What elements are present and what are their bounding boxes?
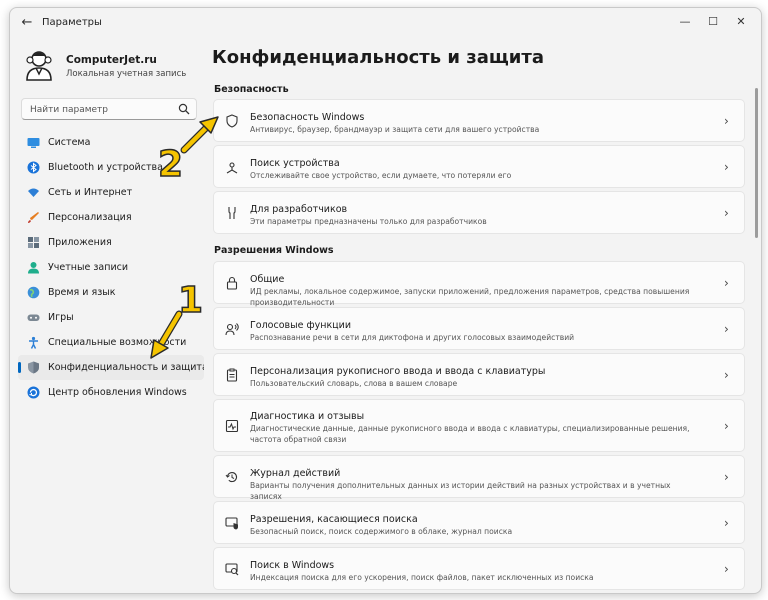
update-icon bbox=[27, 386, 40, 399]
section-header-security: Безопасность bbox=[214, 84, 289, 95]
sidebar-item-label: Система bbox=[48, 137, 91, 148]
wifi-icon bbox=[28, 188, 39, 197]
card-description: Отслеживайте свое устройство, если думае… bbox=[250, 171, 512, 180]
card-searching-windows[interactable]: Поиск в Windows Индексация поиска для ег… bbox=[213, 547, 745, 590]
card-general[interactable]: Общие ИД рекламы, локальное содержимое, … bbox=[213, 261, 745, 307]
card-for-developers[interactable]: Для разработчиков Эти параметры предназн… bbox=[213, 191, 745, 234]
brush-icon bbox=[28, 212, 39, 223]
card-title: Разрешения, касающиеся поиска bbox=[250, 514, 418, 525]
developer-tools-icon bbox=[228, 206, 236, 219]
window-title: Параметры bbox=[42, 17, 102, 28]
card-description: Безопасный поиск, поиск содержимого в об… bbox=[250, 527, 513, 536]
sidebar-item-label: Время и язык bbox=[48, 287, 116, 298]
avatar bbox=[26, 51, 52, 81]
lock-icon bbox=[226, 276, 238, 290]
clipboard-icon bbox=[226, 368, 238, 382]
accounts-icon bbox=[28, 262, 39, 274]
profile-name: ComputerJet.ru bbox=[66, 54, 157, 66]
card-speech[interactable]: Голосовые функции Распознавание речи в с… bbox=[213, 307, 745, 350]
sidebar-item-label: Учетные записи bbox=[48, 262, 129, 273]
speech-icon bbox=[225, 322, 239, 335]
sidebar-item-label: Сеть и Интернет bbox=[48, 187, 133, 198]
maximize-icon[interactable]: ☐ bbox=[699, 11, 727, 33]
apps-icon bbox=[28, 237, 39, 248]
sidebar-item-label: Персонализация bbox=[48, 212, 132, 223]
annotation-arrow-2 bbox=[180, 116, 219, 154]
search-windows-icon bbox=[225, 562, 239, 575]
sidebar-item-label: Конфиденциальность и защита bbox=[48, 362, 204, 373]
sidebar-item-windows-update[interactable]: Центр обновления Windows bbox=[18, 380, 204, 405]
card-description: Эти параметры предназначены только для р… bbox=[250, 217, 487, 226]
shield-icon bbox=[28, 361, 39, 374]
sidebar-item-personalization[interactable]: Персонализация bbox=[18, 205, 204, 230]
close-icon[interactable]: ✕ bbox=[727, 11, 755, 33]
sidebar-item-time-language[interactable]: Время и язык bbox=[18, 280, 204, 305]
card-title: Безопасность Windows bbox=[250, 112, 365, 123]
card-description: ИД рекламы, локальное содержимое, запуск… bbox=[250, 287, 690, 307]
page-title: Конфиденциальность и защита bbox=[212, 47, 544, 68]
card-description: Варианты получения дополнительных данных… bbox=[250, 481, 671, 501]
search-input[interactable] bbox=[28, 101, 172, 118]
card-description: Диагностические данные, данные рукописно… bbox=[250, 424, 690, 444]
card-title: Общие bbox=[250, 274, 285, 285]
card-diagnostics-feedback[interactable]: Диагностика и отзывы Диагностические дан… bbox=[213, 399, 745, 452]
gamepad-icon bbox=[27, 314, 40, 321]
card-title: Для разработчиков bbox=[250, 204, 348, 215]
title-bar: ← Параметры — ☐ ✕ bbox=[10, 8, 761, 38]
minimize-icon[interactable]: — bbox=[671, 11, 699, 33]
card-description: Индексация поиска для его ускорения, пои… bbox=[250, 573, 594, 582]
section-header-windows-permissions: Разрешения Windows bbox=[214, 245, 334, 256]
search-permissions-icon bbox=[225, 516, 238, 529]
sidebar-item-label: Приложения bbox=[48, 237, 112, 248]
card-windows-security[interactable]: Безопасность Windows Антивирус, браузер,… bbox=[213, 99, 745, 142]
profile-account-type: Локальная учетная запись bbox=[66, 69, 187, 79]
sidebar-item-label: Центр обновления Windows bbox=[48, 387, 187, 398]
shield-icon bbox=[226, 113, 238, 128]
chevron-right-icon: › bbox=[724, 275, 729, 290]
globe-icon bbox=[27, 286, 40, 299]
card-title: Диагностика и отзывы bbox=[250, 411, 365, 422]
chevron-right-icon: › bbox=[724, 159, 729, 174]
sidebar-item-label: Игры bbox=[48, 312, 74, 323]
chevron-right-icon: › bbox=[724, 205, 729, 220]
card-search-permissions[interactable]: Разрешения, касающиеся поиска Безопасный… bbox=[213, 501, 745, 544]
chevron-right-icon: › bbox=[724, 367, 729, 382]
card-title: Журнал действий bbox=[250, 468, 341, 479]
accessibility-icon bbox=[29, 336, 38, 349]
scrollbar[interactable] bbox=[755, 88, 758, 238]
sidebar-item-label: Bluetooth и устройства bbox=[48, 162, 163, 173]
chevron-right-icon: › bbox=[724, 515, 729, 530]
card-title: Персонализация рукописного ввода и ввода… bbox=[250, 366, 546, 377]
chevron-right-icon: › bbox=[724, 561, 729, 576]
history-icon bbox=[225, 471, 238, 482]
system-icon bbox=[27, 138, 40, 148]
settings-window: ← Параметры — ☐ ✕ ComputerJet.ru Локальн… bbox=[9, 7, 762, 594]
card-title: Поиск в Windows bbox=[250, 560, 335, 571]
user-profile[interactable]: ComputerJet.ru Локальная учетная запись bbox=[22, 48, 212, 88]
find-device-icon bbox=[226, 161, 238, 173]
chevron-right-icon: › bbox=[724, 469, 729, 484]
sidebar-item-accounts[interactable]: Учетные записи bbox=[18, 255, 204, 280]
card-description: Распознавание речи в сети для диктофона … bbox=[250, 333, 575, 342]
card-description: Пользовательский словарь, слова в вашем … bbox=[250, 379, 458, 388]
bluetooth-icon bbox=[27, 161, 40, 174]
sidebar-item-apps[interactable]: Приложения bbox=[18, 230, 204, 255]
chevron-right-icon: › bbox=[724, 321, 729, 336]
diagnostics-icon bbox=[225, 419, 239, 432]
card-activity-history[interactable]: Журнал действий Варианты получения допол… bbox=[213, 455, 745, 501]
search-box[interactable] bbox=[21, 98, 197, 120]
card-title: Поиск устройства bbox=[250, 158, 340, 169]
card-find-device[interactable]: Поиск устройства Отслеживайте свое устро… bbox=[213, 145, 745, 188]
card-inking-typing[interactable]: Персонализация рукописного ввода и ввода… bbox=[213, 353, 745, 396]
chevron-right-icon: › bbox=[724, 113, 729, 128]
card-description: Антивирус, браузер, брандмауэр и защита … bbox=[250, 125, 540, 134]
back-arrow-icon[interactable]: ← bbox=[18, 15, 36, 31]
annotation-arrow-1 bbox=[150, 310, 183, 359]
chevron-right-icon: › bbox=[724, 418, 729, 433]
card-title: Голосовые функции bbox=[250, 320, 351, 331]
